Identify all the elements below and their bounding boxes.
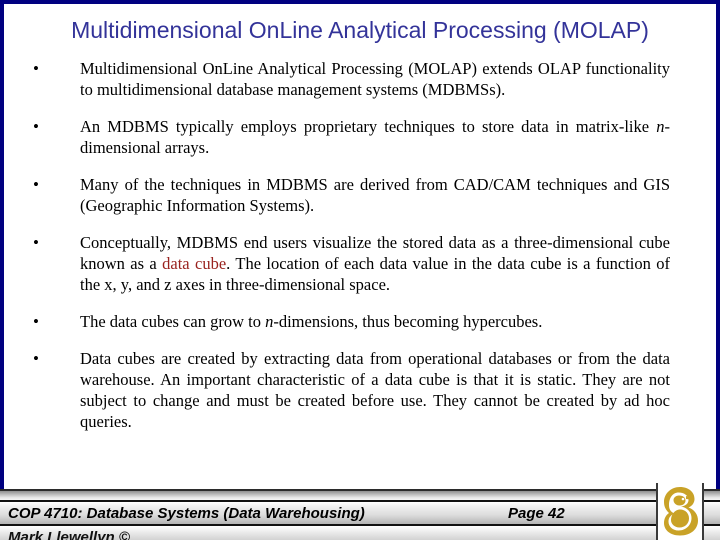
text-run: Multidimensional OnLine Analytical Proce… [80,59,670,99]
bullet-molap-extends: • Multidimensional OnLine Analytical Proc… [0,58,720,100]
slide-body: • Multidimensional OnLine Analytical Proc… [0,58,720,448]
footer-accent-bar [0,489,720,500]
slide-title: Multidimensional OnLine Analytical Proce… [71,17,649,43]
bullet-static-cubes: • Data cubes are created by extracting da… [0,348,720,432]
bullet-text: The data cubes can grow to n-dimensions,… [80,311,670,332]
footer-author-label: Mark Llewellyn © [8,529,130,540]
bullet-text: An MDBMS typically employs proprietary t… [80,116,670,158]
highlighted-term: data cube [162,254,227,273]
variable-n: n [656,117,665,136]
bullet-text: Conceptually, MDBMS end users visualize … [80,232,670,295]
footer-course-label: COP 4710: Database Systems (Data Warehou… [8,505,365,522]
bullet-text: Data cubes are created by extracting dat… [80,348,670,432]
bullet-marker-icon: • [33,59,39,78]
text-run: Many of the techniques in MDBMS are deri… [80,175,670,215]
text-run: Data cubes are created by extracting dat… [80,349,670,431]
text-run: -dimensions, thus becoming hypercubes. [273,312,543,331]
bullet-marker-icon: • [33,117,39,136]
ucf-pegasus-logo [656,483,704,540]
text-run: The data cubes can grow to [80,312,266,331]
bullet-marker-icon: • [33,349,39,368]
bullet-text: Many of the techniques in MDBMS are deri… [80,174,670,216]
slide-border-top [0,0,720,4]
presentation-slide: Multidimensional OnLine Analytical Proce… [0,0,720,540]
text-run: An MDBMS typically employs proprietary t… [80,117,657,136]
bullet-marker-icon: • [33,312,39,331]
bullet-text: Multidimensional OnLine Analytical Proce… [80,58,670,100]
bullet-proprietary-techniques: • An MDBMS typically employs proprietary … [0,116,720,158]
bullet-cadcam-gis: • Many of the techniques in MDBMS are der… [0,174,720,216]
footer-page-number: Page 42 [508,505,565,522]
pegasus-icon [664,487,698,536]
bullet-data-cube: • Conceptually, MDBMS end users visualize… [0,232,720,295]
bullet-marker-icon: • [33,233,39,252]
bullet-marker-icon: • [33,175,39,194]
bullet-hypercubes: • The data cubes can grow to n-dimensions… [0,311,720,332]
